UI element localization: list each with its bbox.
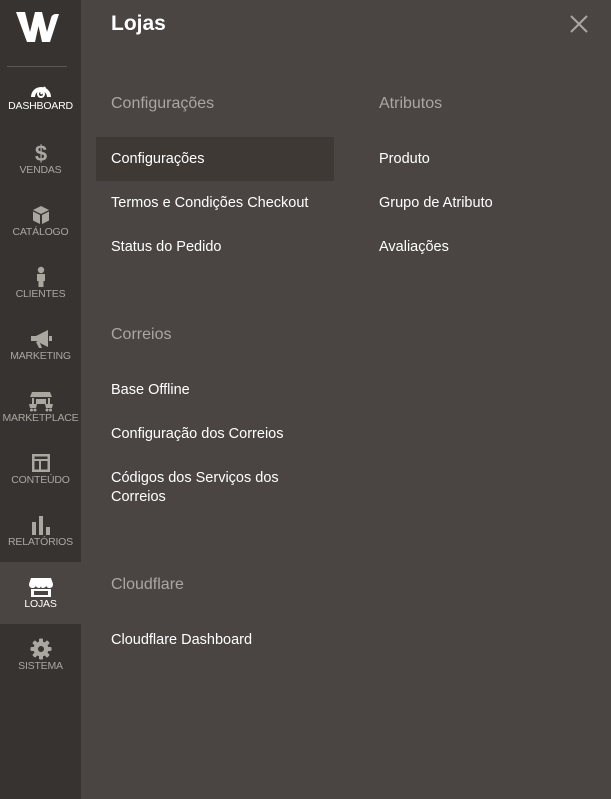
- nav-label-marketing: MARKETING: [10, 350, 71, 362]
- nav-label-catalogo: CATÁLOGO: [12, 226, 69, 238]
- svg-text:$: $: [34, 142, 46, 164]
- nav-label-dashboard: DASHBOARD: [8, 100, 73, 112]
- section-title-atributos: Atributos: [379, 95, 443, 112]
- nav-item-conteudo[interactable]: CONTEÚDO: [0, 452, 81, 514]
- link-termos-condicoes-checkout[interactable]: Termos e Condições Checkout: [111, 194, 308, 213]
- link-status-do-pedido[interactable]: Status do Pedido: [111, 238, 221, 257]
- close-icon[interactable]: [568, 13, 590, 35]
- link-cloudflare-dashboard[interactable]: Cloudflare Dashboard: [111, 631, 252, 650]
- nav-label-relatorios: RELATÓRIOS: [8, 536, 73, 548]
- dollar-icon: $: [34, 142, 46, 164]
- layout-icon: [31, 454, 50, 472]
- nav-item-marketplace[interactable]: MARKETPLACE: [0, 390, 81, 452]
- nav-item-dashboard[interactable]: DASHBOARD: [0, 80, 81, 142]
- link-base-offline[interactable]: Base Offline: [111, 381, 190, 400]
- nav-label-marketplace: MARKETPLACE: [2, 412, 79, 424]
- brand-logo-icon[interactable]: [14, 10, 60, 44]
- stores-menu-panel: Lojas Configurações Configurações Termos…: [81, 0, 611, 799]
- link-grupo-de-atributo[interactable]: Grupo de Atributo: [379, 194, 493, 213]
- nav-item-lojas[interactable]: LOJAS: [0, 562, 81, 624]
- nav-item-marketing[interactable]: MARKETING: [0, 328, 81, 390]
- box-icon: [32, 206, 49, 224]
- section-title-cloudflare: Cloudflare: [111, 576, 184, 593]
- megaphone-icon: [30, 330, 52, 348]
- store-icon: [28, 578, 53, 597]
- nav-label-lojas: LOJAS: [24, 598, 57, 610]
- section-title-configuracoes: Configurações: [111, 95, 215, 112]
- nav-label-clientes: CLIENTES: [15, 288, 66, 300]
- marketplace-icon: [28, 392, 53, 412]
- logo-divider: [7, 66, 67, 67]
- admin-sidebar: DASHBOARD $ VENDAS CATÁLOGO CLIENTES MAR…: [0, 0, 81, 799]
- nav-label-sistema: SISTEMA: [18, 660, 63, 672]
- nav-item-clientes[interactable]: CLIENTES: [0, 266, 81, 328]
- link-avaliacoes[interactable]: Avaliações: [379, 238, 449, 257]
- link-codigos-servicos-correios[interactable]: Códigos dos Serviços dos Correios: [111, 469, 316, 507]
- link-produto[interactable]: Produto: [379, 150, 430, 169]
- link-configuracao-correios[interactable]: Configuração dos Correios: [111, 425, 283, 444]
- link-configuracoes[interactable]: Configurações: [111, 150, 205, 169]
- nav-item-sistema[interactable]: SISTEMA: [0, 638, 81, 700]
- bar-chart-icon: [31, 516, 50, 535]
- person-icon: [36, 266, 45, 287]
- panel-title: Lojas: [111, 12, 166, 35]
- nav-item-vendas[interactable]: $ VENDAS: [0, 142, 81, 204]
- nav-label-conteudo: CONTEÚDO: [11, 474, 70, 486]
- section-title-correios: Correios: [111, 326, 172, 343]
- nav-item-catalogo[interactable]: CATÁLOGO: [0, 204, 81, 266]
- nav-label-vendas: VENDAS: [19, 164, 62, 176]
- gear-icon: [30, 638, 51, 660]
- dashboard-gauge-icon: [30, 83, 51, 98]
